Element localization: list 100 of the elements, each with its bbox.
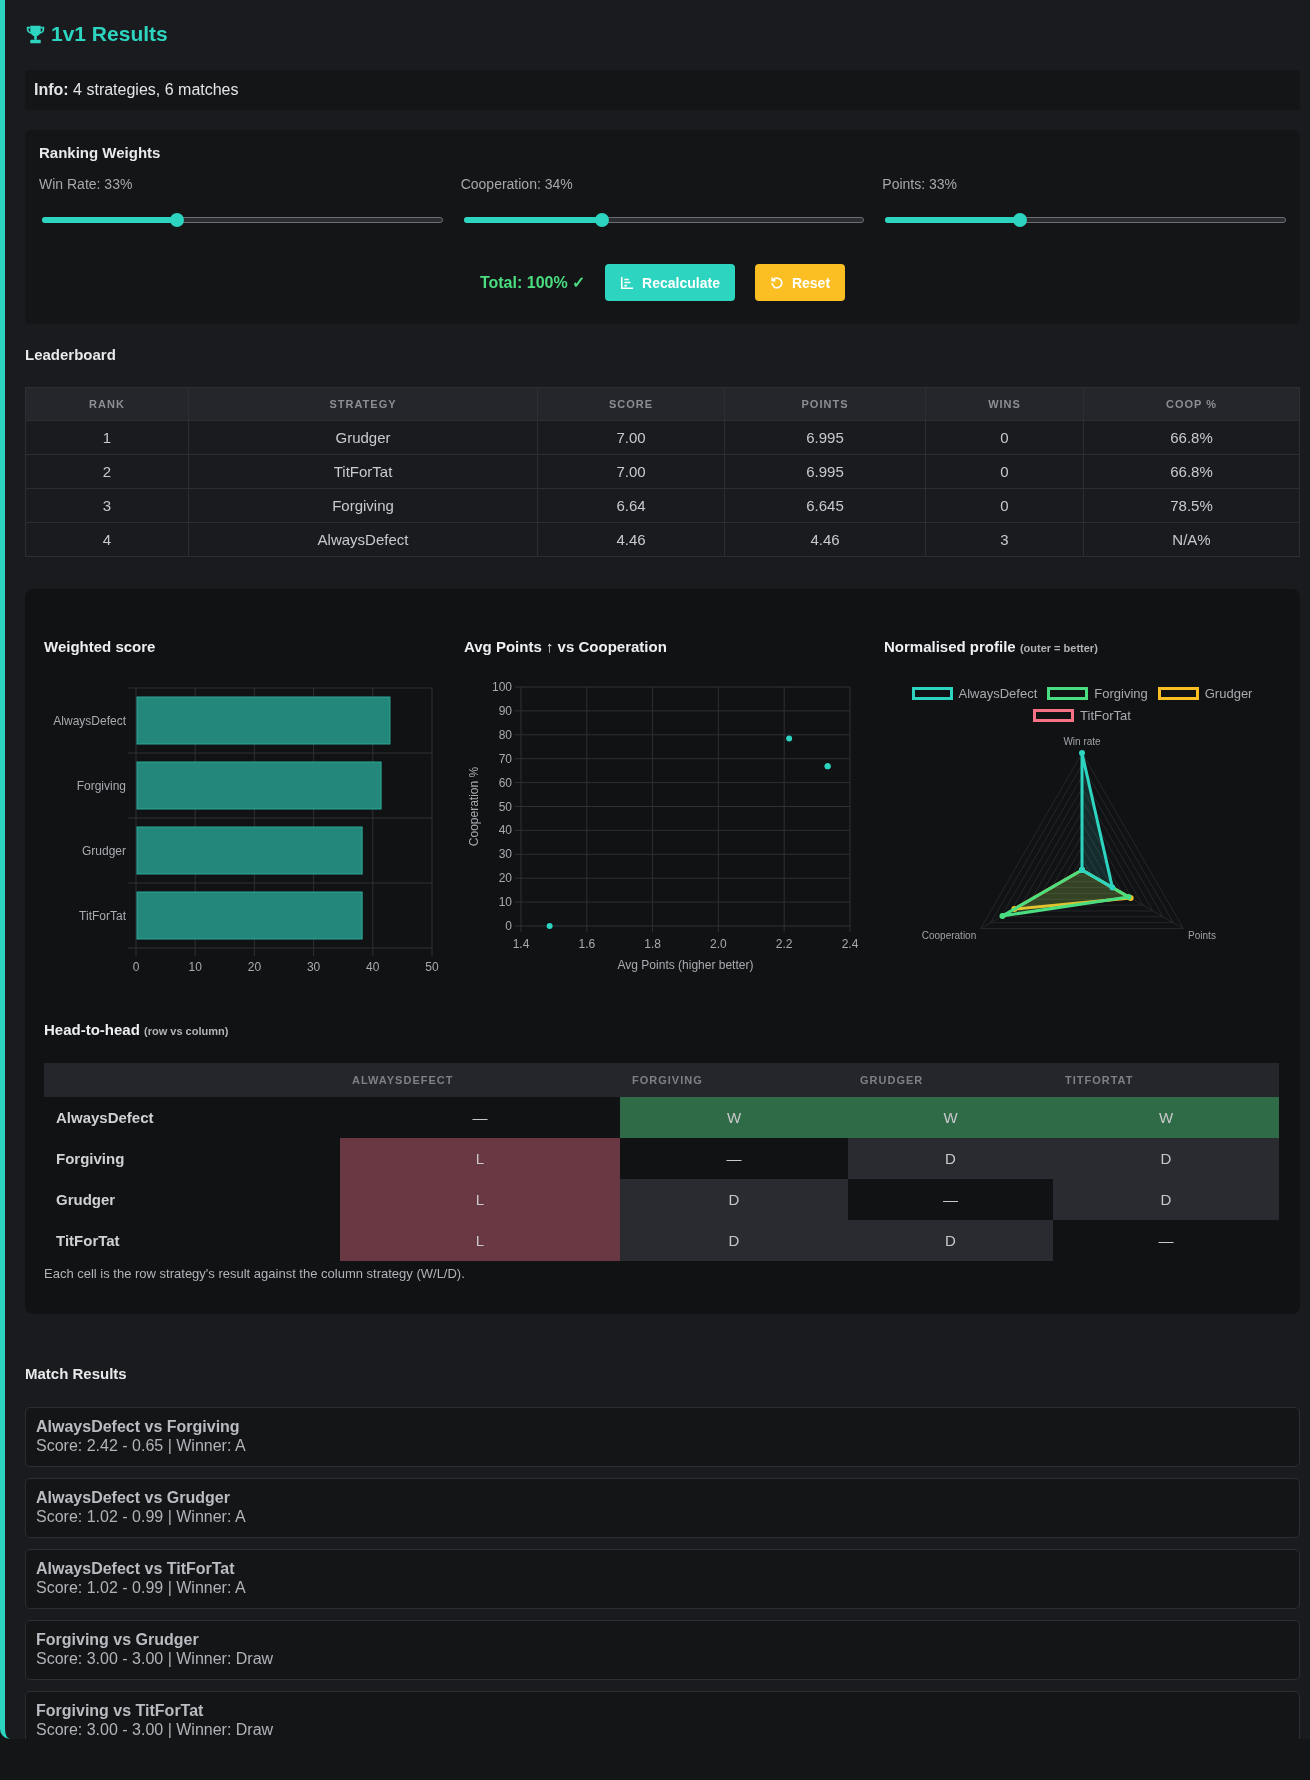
weight-slider[interactable]	[463, 213, 865, 227]
result-cell: D	[848, 1138, 1053, 1179]
table-cell: 3	[25, 488, 189, 523]
result-cell: L	[340, 1138, 620, 1179]
data-point	[786, 735, 793, 742]
table-cell: 3	[925, 522, 1084, 557]
table-cell: 4.46	[537, 522, 725, 557]
tick-label: 10	[498, 895, 512, 910]
category-label: Forgiving	[76, 778, 126, 793]
table-cell: 4.46	[724, 522, 926, 557]
table-cell: 7.00	[537, 420, 725, 455]
slider-thumb[interactable]	[169, 213, 184, 227]
result-cell: D	[848, 1220, 1053, 1261]
result-cell: D	[620, 1179, 848, 1220]
page-title: 1v1 Results	[51, 21, 168, 47]
match-title: AlwaysDefect vs Grudger	[36, 1488, 231, 1507]
data-point	[546, 923, 553, 929]
result-cell: D	[1053, 1138, 1279, 1179]
axis-title: Avg Points (higher better)	[617, 958, 754, 972]
tick-label: 80	[498, 727, 512, 742]
result-cell: W	[848, 1097, 1053, 1138]
match-score: Score: 2.42 - 0.65 | Winner: A	[36, 1436, 247, 1455]
match-score: Score: 3.00 - 3.00 | Winner: Draw	[36, 1720, 275, 1739]
column-header: COOP %	[1083, 387, 1300, 421]
row-header: Grudger	[44, 1179, 340, 1220]
slider-thumb[interactable]	[595, 213, 610, 227]
slider-thumb[interactable]	[1012, 213, 1027, 227]
category-label: AlwaysDefect	[53, 713, 126, 728]
match-title: Forgiving vs Grudger	[36, 1630, 200, 1649]
panel-title: Ranking Weights	[39, 144, 162, 162]
column-header: TITFORTAT	[1053, 1063, 1279, 1097]
row-header: Forgiving	[44, 1138, 340, 1179]
chart-title: Normalised profile (outer = better)	[884, 637, 1099, 657]
slider-label: Win Rate: 33%	[39, 176, 134, 192]
column-header: GRUDGER	[848, 1063, 1053, 1097]
legend-label[interactable]: TitForTat	[1080, 707, 1131, 723]
table-cell: Forgiving	[188, 488, 538, 523]
tick-label: 0	[505, 919, 512, 933]
legend-label[interactable]: Grudger	[1204, 685, 1253, 701]
table-cell: 6.995	[724, 454, 926, 489]
tick-label: 60	[498, 775, 512, 790]
weight-slider[interactable]	[42, 213, 443, 227]
chart-icon	[620, 275, 635, 290]
section-title: Head-to-head (row vs column)	[44, 1020, 230, 1040]
result-cell: D	[620, 1220, 848, 1261]
result-cell: W	[620, 1097, 848, 1138]
tick-label: 10	[188, 960, 202, 974]
tick-label: 20	[498, 871, 512, 886]
legend-label[interactable]: AlwaysDefect	[958, 685, 1038, 701]
tick-label: 30	[498, 847, 512, 862]
tick-label: 1.4	[512, 937, 530, 951]
match-title: AlwaysDefect vs Forgiving	[36, 1417, 241, 1436]
axis-label: Cooperation	[921, 930, 977, 941]
column-header: WINS	[925, 387, 1084, 421]
axis-label: Points	[1188, 930, 1216, 941]
chart-title: Avg Points ↑ vs Cooperation	[464, 637, 668, 657]
row-header: TitForTat	[44, 1220, 340, 1261]
column-header: FORGIVING	[620, 1063, 848, 1097]
weight-slider[interactable]	[885, 213, 1286, 227]
match-title: AlwaysDefect vs TitForTat	[36, 1559, 236, 1578]
match-score: Score: 3.00 - 3.00 | Winner: Draw	[36, 1649, 275, 1668]
tick-label: 40	[366, 960, 380, 974]
match-score: Score: 1.02 - 0.99 | Winner: A	[36, 1507, 247, 1526]
column-header: POINTS	[724, 387, 926, 421]
table-cell: 7.00	[537, 454, 725, 489]
table-cell: 1	[25, 420, 189, 455]
result-cell: D	[1053, 1179, 1279, 1220]
result-cell: L	[340, 1179, 620, 1220]
tick-label: 50	[498, 799, 512, 814]
table-cell: 6.645	[724, 488, 926, 523]
column-header: SCORE	[537, 387, 725, 421]
table-cell: 4	[25, 522, 189, 557]
result-cell: —	[620, 1138, 848, 1179]
table-caption: Each cell is the row strategy's result against the column strategy (W/L/D).	[44, 1266, 466, 1282]
undo-icon	[769, 275, 784, 290]
table-cell: 66.8%	[1083, 420, 1300, 455]
slider-label: Cooperation: 34%	[460, 176, 574, 192]
legend-label[interactable]: Forgiving	[1094, 685, 1148, 701]
total-label: Total: 100% ✓	[479, 273, 586, 292]
tick-label: 100	[491, 680, 512, 694]
tick-label: 50	[425, 960, 439, 974]
tick-label: 1.6	[578, 937, 596, 951]
result-cell: L	[340, 1220, 620, 1261]
tick-label: 20	[247, 960, 262, 974]
table-cell: 2	[25, 454, 189, 489]
tick-label: 2.0	[710, 937, 727, 951]
result-cell: —	[1053, 1220, 1279, 1261]
table-cell: TitForTat	[188, 454, 538, 489]
row-header: AlwaysDefect	[44, 1097, 340, 1138]
result-cell: —	[848, 1179, 1053, 1220]
match-score: Score: 1.02 - 0.99 | Winner: A	[36, 1578, 247, 1597]
table-cell: AlwaysDefect	[188, 522, 538, 557]
tick-label: 0	[132, 960, 140, 974]
slider-label: Points: 33%	[882, 176, 959, 192]
result-cell: —	[340, 1097, 620, 1138]
axis-label: Win rate	[1063, 736, 1101, 747]
tick-label: 70	[498, 751, 512, 766]
category-label: TitForTat	[79, 908, 126, 923]
category-label: Grudger	[81, 843, 126, 858]
info-text: Info: 4 strategies, 6 matches	[34, 80, 239, 100]
